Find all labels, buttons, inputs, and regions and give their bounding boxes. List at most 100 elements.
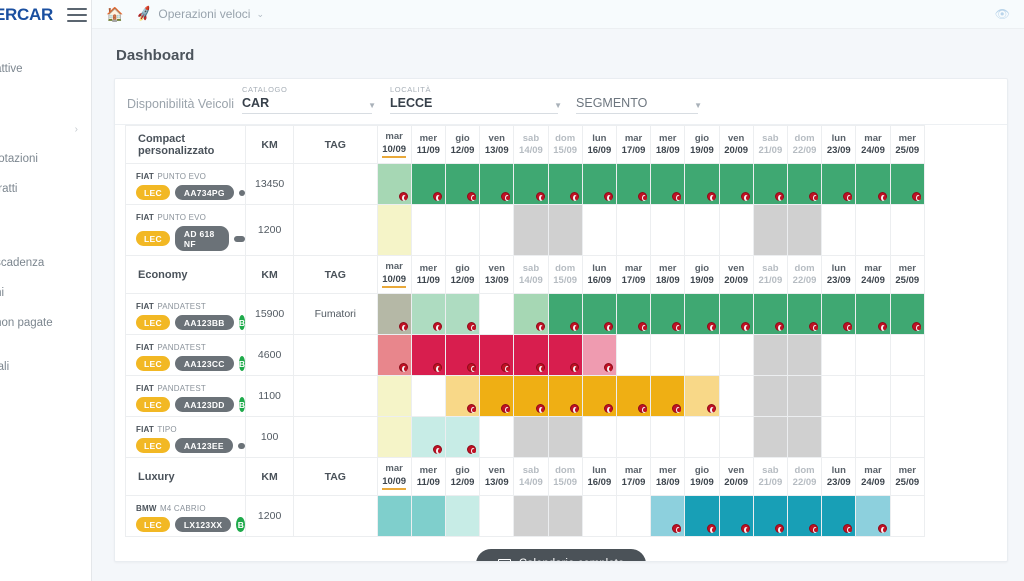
availability-cell[interactable] [410,334,446,376]
availability-cell[interactable] [615,375,652,417]
booking-pin-icon[interactable] [398,322,408,331]
day-header-11-09[interactable]: mer 11/09 [410,457,446,496]
day-header-19-09[interactable]: gio 19/09 [684,457,720,496]
day-header-24-09[interactable]: mar 24/09 [855,125,891,164]
sidebar-item-16[interactable]: i [0,486,91,516]
availability-cell[interactable] [752,416,788,458]
availability-cell[interactable] [376,416,412,458]
availability-cell[interactable] [855,375,891,417]
availability-cell[interactable] [547,163,583,205]
day-header-16-09[interactable]: lun 16/09 [581,255,617,294]
availability-cell[interactable] [855,204,891,256]
table-row[interactable]: FIAT PANDATEST LEC AA123BB B 15900 Fumatori [124,293,926,335]
availability-cell[interactable] [718,163,754,205]
day-header-15-09[interactable]: dom 15/09 [547,125,583,164]
day-header-25-09[interactable]: mer 25/09 [889,457,926,496]
booking-pin-icon[interactable] [535,322,545,331]
day-header-18-09[interactable]: mer 18/09 [650,125,686,164]
availability-cell[interactable] [615,495,652,537]
sidebar-item-2[interactable]: lità› [0,114,91,144]
day-header-12-09[interactable]: gio 12/09 [444,457,481,496]
availability-cell[interactable] [479,375,515,417]
day-header-16-09[interactable]: lun 16/09 [581,457,617,496]
availability-cell[interactable] [855,163,891,205]
availability-cell[interactable] [513,416,549,458]
day-header-24-09[interactable]: mar 24/09 [855,255,891,294]
availability-cell[interactable] [581,375,617,417]
availability-cell[interactable] [615,416,652,458]
table-row[interactable]: BMW M4 CABRIO LEC LX123XX B 1200 [124,495,926,537]
day-header-23-09[interactable]: lun 23/09 [821,255,857,294]
availability-cell[interactable] [684,416,720,458]
booking-pin-icon[interactable] [706,404,716,413]
availability-cell[interactable] [650,334,686,376]
availability-cell[interactable] [479,334,515,376]
availability-cell[interactable] [786,204,823,256]
day-header-17-09[interactable]: mar 17/09 [615,125,652,164]
availability-cell[interactable] [479,163,515,205]
booking-pin-icon[interactable] [569,363,579,372]
day-header-23-09[interactable]: lun 23/09 [821,125,857,164]
availability-cell[interactable] [684,204,720,256]
booking-pin-icon[interactable] [877,192,887,201]
availability-cell[interactable] [581,293,617,335]
availability-cell[interactable] [889,163,926,205]
availability-cell[interactable] [547,416,583,458]
availability-cell[interactable] [889,293,926,335]
availability-cell[interactable] [376,204,412,256]
day-header-15-09[interactable]: dom 15/09 [547,457,583,496]
availability-cell[interactable] [684,293,720,335]
booking-pin-icon[interactable] [535,363,545,372]
booking-pin-icon[interactable] [603,404,613,413]
availability-cell[interactable] [684,375,720,417]
availability-cell[interactable] [547,334,583,376]
day-header-14-09[interactable]: sab 14/09 [513,255,549,294]
day-header-15-09[interactable]: dom 15/09 [547,255,583,294]
day-header-13-09[interactable]: ven 13/09 [479,457,515,496]
day-header-16-09[interactable]: lun 16/09 [581,125,617,164]
day-header-19-09[interactable]: gio 19/09 [684,255,720,294]
home-icon[interactable]: 🏠 [106,7,123,21]
day-header-17-09[interactable]: mar 17/09 [615,255,652,294]
eye-icon[interactable]: 👁 [995,7,1010,21]
availability-cell[interactable] [513,293,549,335]
availability-cell[interactable] [444,375,481,417]
booking-pin-icon[interactable] [740,322,750,331]
availability-cell[interactable] [821,293,857,335]
day-header-18-09[interactable]: mer 18/09 [650,255,686,294]
sidebar-item-4[interactable]: Contratti [0,174,91,204]
day-header-13-09[interactable]: ven 13/09 [479,125,515,164]
sidebar-item-18[interactable]: one [0,546,91,576]
availability-cell[interactable] [650,375,686,417]
availability-cell[interactable] [444,293,481,335]
booking-pin-icon[interactable] [603,192,613,201]
day-header-17-09[interactable]: mar 17/09 [615,457,652,496]
day-header-11-09[interactable]: mer 11/09 [410,125,446,164]
availability-cell[interactable] [855,293,891,335]
availability-cell[interactable] [410,204,446,256]
availability-cell[interactable] [581,334,617,376]
availability-cell[interactable] [615,204,652,256]
availability-cell[interactable] [513,204,549,256]
day-header-19-09[interactable]: gio 19/09 [684,125,720,164]
booking-pin-icon[interactable] [569,192,579,201]
availability-cell[interactable] [376,495,412,537]
availability-cell[interactable] [786,334,823,376]
booking-pin-icon[interactable] [569,404,579,413]
availability-cell[interactable] [547,495,583,537]
day-header-25-09[interactable]: mer 25/09 [889,125,926,164]
sidebar-item-0[interactable]: ioni attive [0,54,91,84]
availability-cell[interactable] [444,416,481,458]
day-header-10-09[interactable]: mar 10/09 [376,457,412,496]
day-header-21-09[interactable]: sab 21/09 [752,457,788,496]
day-header-22-09[interactable]: dom 22/09 [786,255,823,294]
availability-cell[interactable] [718,495,754,537]
availability-cell[interactable] [684,163,720,205]
availability-cell[interactable] [650,416,686,458]
availability-cell[interactable] [513,375,549,417]
availability-cell[interactable] [821,334,857,376]
availability-cell[interactable] [855,416,891,458]
availability-cell[interactable] [752,163,788,205]
booking-pin-icon[interactable] [706,524,716,533]
availability-cell[interactable] [752,293,788,335]
